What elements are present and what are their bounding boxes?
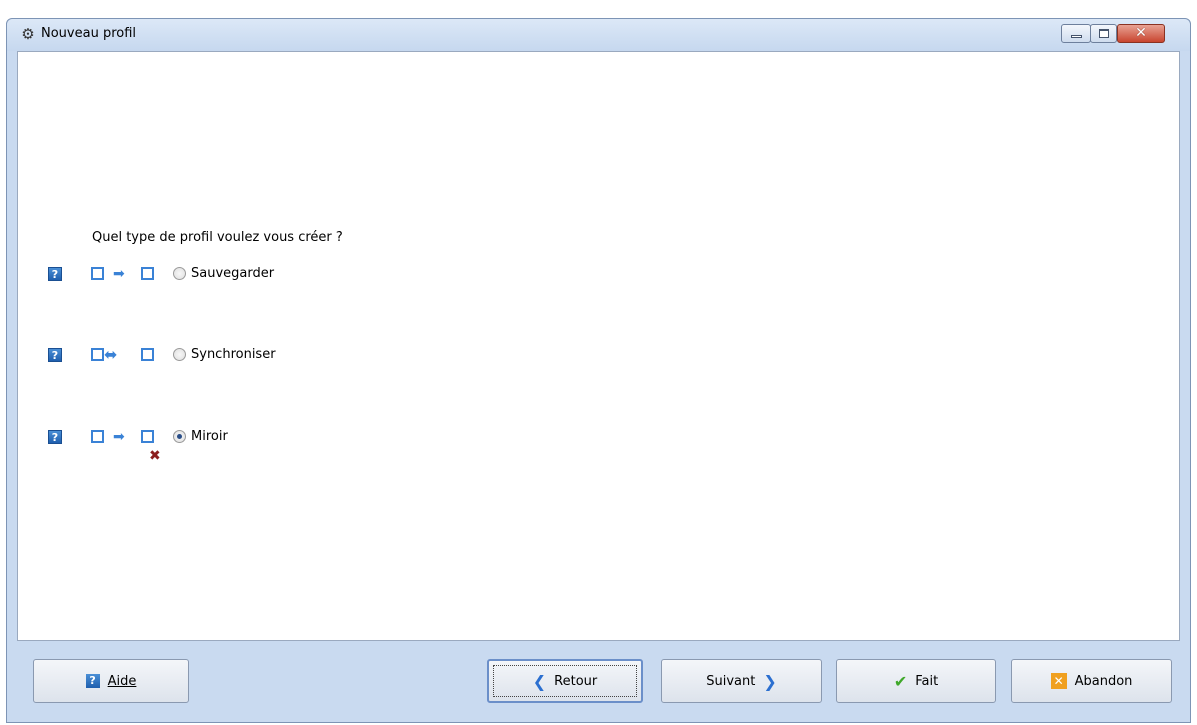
help-button-label: Aide xyxy=(107,673,137,689)
wizard-content: Quel type de profil voulez vous créer ? … xyxy=(17,51,1180,641)
window-title: Nouveau profil xyxy=(41,26,137,41)
minimize-button[interactable] xyxy=(1061,24,1091,43)
double-arrow-icon: ⬌ xyxy=(104,345,118,364)
back-button[interactable]: ❮ Retour xyxy=(487,659,643,703)
done-button[interactable]: ✔ Fait xyxy=(836,659,996,703)
cancel-button-label: Abandon xyxy=(1074,673,1133,689)
chevron-left-icon: ❮ xyxy=(532,671,547,691)
option-label: Miroir xyxy=(191,429,228,444)
help-icon: ? xyxy=(85,674,100,688)
wizard-window: ⚙ Nouveau profil ✕ Quel type de profil v… xyxy=(6,18,1191,723)
help-button[interactable]: ? Aide xyxy=(33,659,189,703)
target-box-icon xyxy=(141,348,154,361)
question-label: Quel type de profil voulez vous créer ? xyxy=(92,230,343,245)
help-icon[interactable]: ? xyxy=(48,267,62,281)
option-miroir[interactable]: ? ➡ ✖ Miroir xyxy=(18,427,518,467)
check-icon: ✔ xyxy=(893,671,908,691)
target-box-icon xyxy=(141,430,154,443)
close-icon: ✕ xyxy=(1135,25,1147,41)
right-arrow-icon: ➡ xyxy=(113,266,125,282)
back-button-label: Retour xyxy=(554,673,598,689)
radio-sauvegarder[interactable] xyxy=(173,267,186,280)
title-bar[interactable]: ⚙ Nouveau profil ✕ xyxy=(7,19,1190,51)
radio-miroir[interactable] xyxy=(173,430,186,443)
cancel-button[interactable]: ✕ Abandon xyxy=(1011,659,1172,703)
background-strip xyxy=(0,0,1197,18)
maximize-icon xyxy=(1099,29,1109,38)
minimize-icon xyxy=(1071,35,1082,38)
option-sauvegarder[interactable]: ? ➡ Sauvegarder xyxy=(18,264,518,286)
help-icon[interactable]: ? xyxy=(48,430,62,444)
gear-icon: ⚙ xyxy=(21,25,35,43)
option-label: Synchroniser xyxy=(191,347,276,362)
next-button-label: Suivant xyxy=(706,673,756,689)
option-synchroniser[interactable]: ? ⬌ Synchroniser xyxy=(18,345,518,367)
delete-x-icon: ✖ xyxy=(149,448,161,464)
done-button-label: Fait xyxy=(915,673,939,689)
chevron-right-icon: ❯ xyxy=(763,671,777,691)
radio-synchroniser[interactable] xyxy=(173,348,186,361)
option-label: Sauvegarder xyxy=(191,266,275,281)
close-button[interactable]: ✕ xyxy=(1117,24,1165,43)
source-box-icon xyxy=(91,348,104,361)
source-box-icon xyxy=(91,430,104,443)
abort-icon: ✕ xyxy=(1050,673,1067,689)
next-button[interactable]: Suivant ❯ xyxy=(661,659,822,703)
target-box-icon xyxy=(141,267,154,280)
right-arrow-icon: ➡ xyxy=(113,429,125,445)
maximize-button[interactable] xyxy=(1090,24,1117,43)
help-icon[interactable]: ? xyxy=(48,348,62,362)
source-box-icon xyxy=(91,267,104,280)
